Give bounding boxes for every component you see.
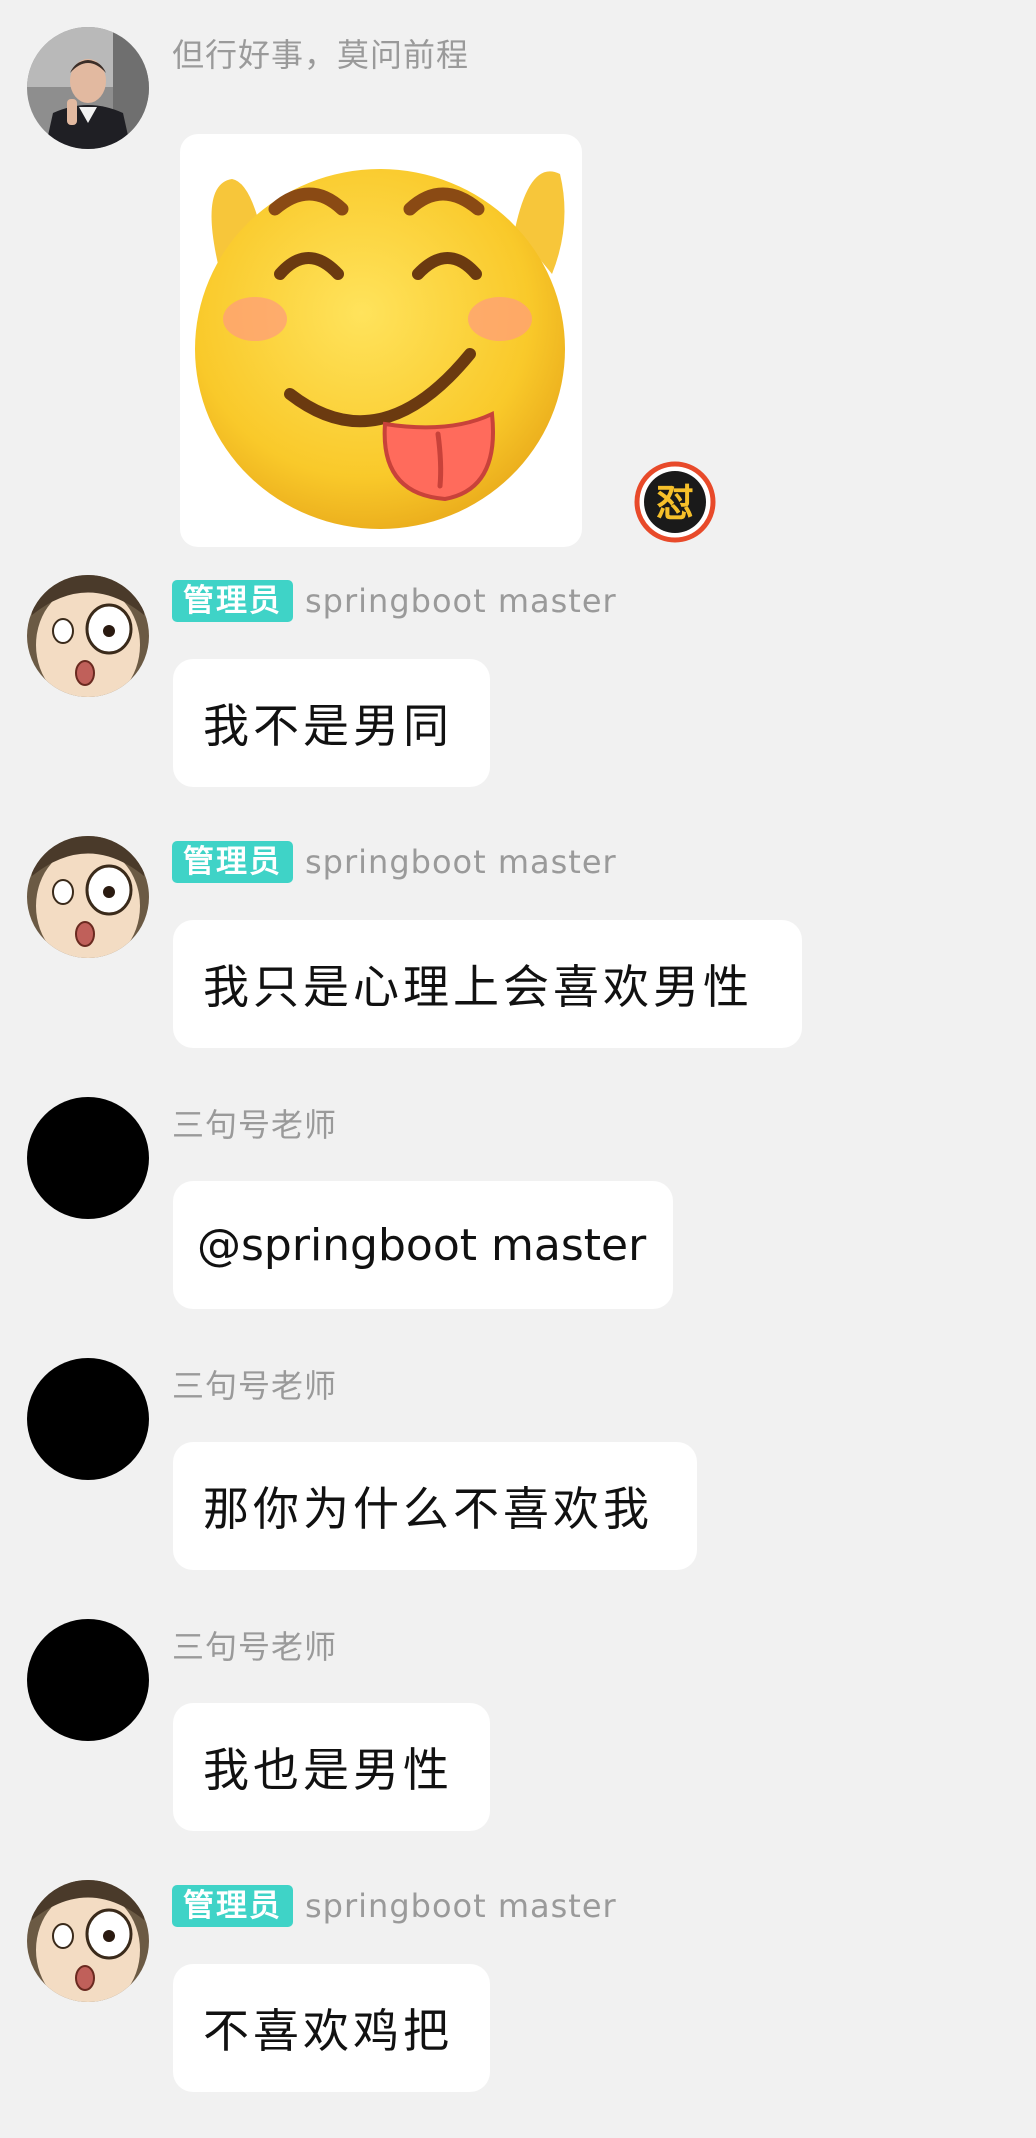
sticker-message[interactable] <box>180 134 582 547</box>
avatar[interactable] <box>27 1358 149 1480</box>
sender-row: 三句号老师 <box>172 1362 337 1406</box>
sender-row: 三句号老师 <box>172 1101 337 1145</box>
man-in-suit-avatar-image <box>27 27 149 149</box>
admin-badge: 管理员 <box>172 580 293 622</box>
tongue-out-smiley-sticker-icon <box>195 169 565 529</box>
reaction-badge[interactable]: 怼 <box>634 461 716 543</box>
anime-boy-avatar-image <box>27 575 149 697</box>
sender-row: 管理员 springboot master <box>172 840 617 884</box>
sender-name: 三句号老师 <box>172 1106 338 1144</box>
admin-badge: 管理员 <box>172 1885 293 1927</box>
sender-row: 但行好事，莫问前程 <box>172 31 469 75</box>
message-bubble[interactable]: 那你为什么不喜欢我 <box>173 1442 697 1570</box>
admin-badge: 管理员 <box>172 841 293 883</box>
message-bubble[interactable]: 我也是男性 <box>173 1703 490 1831</box>
message-bubble[interactable]: 我不是男同 <box>173 659 490 787</box>
anime-boy-avatar-image <box>27 1880 149 2002</box>
sender-row: 管理员 springboot master <box>172 1884 617 1928</box>
sender-name: 但行好事，莫问前程 <box>172 36 470 74</box>
sender-row: 三句号老师 <box>172 1623 337 1667</box>
message-bubble[interactable]: 我只是心理上会喜欢男性 <box>173 920 802 1048</box>
avatar[interactable] <box>27 27 149 149</box>
sender-name: 三句号老师 <box>172 1367 338 1405</box>
avatar[interactable] <box>27 575 149 697</box>
reaction-glyph: 怼 <box>656 481 694 525</box>
message-bubble[interactable]: @springboot master <box>173 1181 673 1309</box>
message-bubble[interactable]: 不喜欢鸡把 <box>173 1964 490 2092</box>
avatar[interactable] <box>27 836 149 958</box>
avatar[interactable] <box>27 1619 149 1741</box>
avatar[interactable] <box>27 1880 149 2002</box>
anime-boy-avatar-image <box>27 836 149 958</box>
avatar[interactable] <box>27 1097 149 1219</box>
sender-row: 管理员 springboot master <box>172 579 617 623</box>
sender-name: springboot master <box>305 582 617 620</box>
sender-name: springboot master <box>305 843 617 881</box>
sender-name: 三句号老师 <box>172 1628 338 1666</box>
sender-name: springboot master <box>305 1887 617 1925</box>
dui-reaction-icon: 怼 <box>634 461 716 543</box>
